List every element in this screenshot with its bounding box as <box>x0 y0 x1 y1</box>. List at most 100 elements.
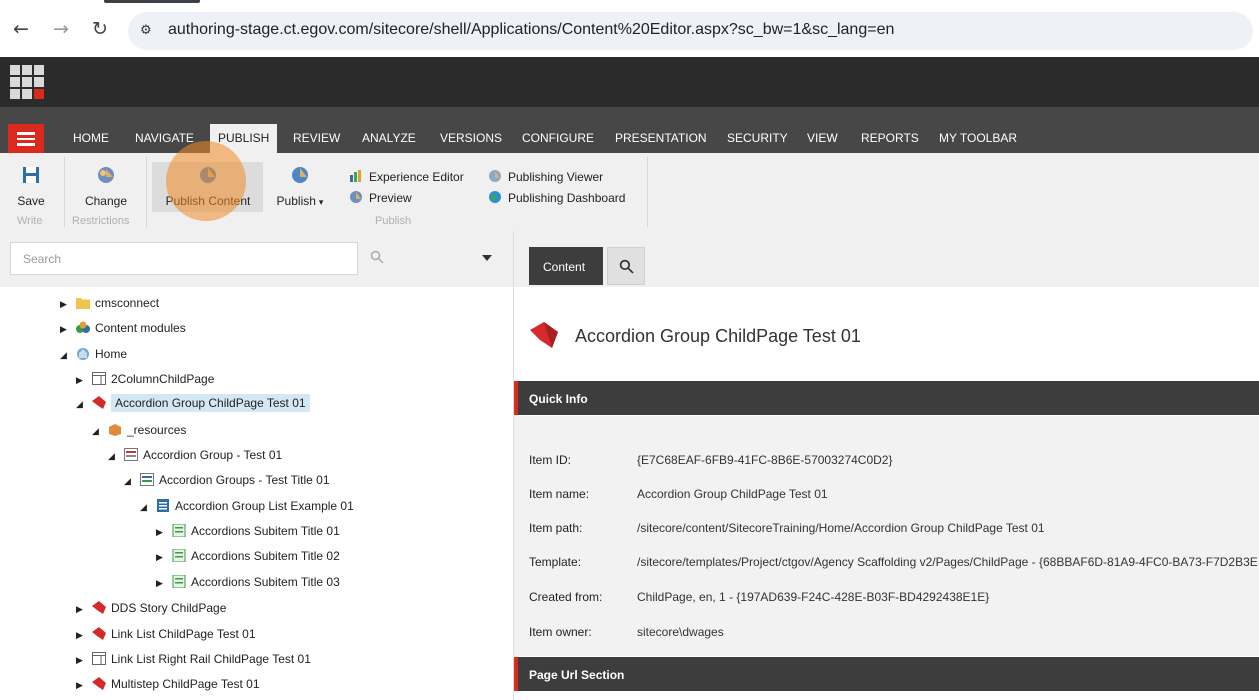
save-button[interactable]: Save <box>14 165 48 208</box>
publish-label: Publish <box>276 194 316 208</box>
tree-item-resources[interactable]: ◢ _resources <box>92 423 186 445</box>
tab-security[interactable]: SECURITY <box>727 131 788 145</box>
info-row-item-id: Item ID: {E7C68EAF-6FB9-41FC-8B6E-5700327… <box>529 453 893 467</box>
change-label: Change <box>84 194 128 208</box>
content-tree: ▶ cmsconnect ▶ Content modules ◢ Home ▶ 2Col… <box>0 287 513 700</box>
tab-view[interactable]: VIEW <box>807 131 838 145</box>
save-label: Save <box>17 194 45 208</box>
childpage-icon <box>92 677 106 690</box>
collapse-arrow-icon[interactable]: ◢ <box>124 477 134 487</box>
tree-item-content-modules[interactable]: ▶ Content modules <box>60 321 186 343</box>
subitem-icon <box>172 549 186 562</box>
search-icon <box>619 259 634 274</box>
expand-arrow-icon[interactable]: ▶ <box>76 605 86 615</box>
info-row-item-owner: Item owner: sitecore\dwages <box>529 625 724 639</box>
childpage-icon <box>92 601 106 614</box>
sitecore-header <box>0 57 1259 107</box>
tree-item-multistep-childpage-test-01[interactable]: ▶ Multistep ChildPage Test 01 <box>76 677 260 699</box>
quick-info-section-header[interactable]: Quick Info <box>514 381 1259 415</box>
publishing-viewer-button[interactable]: Publishing Viewer <box>488 169 603 184</box>
expand-arrow-icon[interactable]: ▶ <box>156 579 166 589</box>
browser-toolbar: ← → ↻ ⚙ authoring-stage.ct.egov.com/site… <box>0 0 1259 57</box>
tree-item-cmsconnect[interactable]: ▶ cmsconnect <box>60 296 159 318</box>
tab-search[interactable] <box>607 247 645 285</box>
tree-item-accordions-subitem-title-01[interactable]: ▶ Accordions Subitem Title 01 <box>156 524 340 546</box>
tree-item-accordion-groups-test-title-01[interactable]: ◢ Accordion Groups - Test Title 01 <box>124 473 330 495</box>
tab-review[interactable]: REVIEW <box>293 131 340 145</box>
experience-editor-icon <box>350 170 361 182</box>
tab-versions[interactable]: VERSIONS <box>440 131 502 145</box>
tree-item-home[interactable]: ◢ Home <box>60 347 127 369</box>
tree-item-accordion-group-childpage-test-01[interactable]: ◢ Accordion Group ChildPage Test 01 <box>76 394 310 418</box>
expand-arrow-icon[interactable]: ▶ <box>60 300 70 310</box>
tree-item-link-list-right-rail-childpage-test-01[interactable]: ▶ Link List Right Rail ChildPage Test 01 <box>76 652 311 674</box>
tree-search-bar: Search <box>0 231 513 287</box>
collapse-arrow-icon[interactable]: ◢ <box>140 503 150 513</box>
tree-item-dds-story-childpage[interactable]: ▶ DDS Story ChildPage <box>76 601 226 623</box>
item-title: Accordion Group ChildPage Test 01 <box>575 326 861 346</box>
tab-presentation[interactable]: PRESENTATION <box>615 131 707 145</box>
info-row-template: Template:/sitecore/templates/Project/ctg… <box>529 555 1258 569</box>
address-bar[interactable]: ⚙ authoring-stage.ct.egov.com/sitecore/s… <box>128 12 1253 50</box>
expand-arrow-icon[interactable]: ▶ <box>76 631 86 641</box>
list-icon <box>157 499 169 512</box>
tab-reports[interactable]: REPORTS <box>861 131 919 145</box>
info-row-item-name: Item name: Accordion Group ChildPage Test… <box>529 487 828 501</box>
launchpad-icon[interactable] <box>10 65 44 99</box>
reload-icon[interactable]: ↻ <box>89 18 111 40</box>
home-globe-icon <box>77 348 89 360</box>
url-text[interactable]: authoring-stage.ct.egov.com/sitecore/she… <box>168 21 894 39</box>
editor-tabbar: Content <box>514 231 1259 287</box>
forward-icon[interactable]: → <box>50 18 72 40</box>
collapse-arrow-icon[interactable]: ◢ <box>92 427 102 437</box>
search-options-caret-icon[interactable] <box>482 255 492 261</box>
page-layout-icon <box>92 652 106 665</box>
publishing-viewer-icon <box>489 170 501 182</box>
content-tree-panel: Search ▶ cmsconnect ▶ Content modules ◢ Hom… <box>0 231 513 700</box>
subitem-icon <box>172 575 186 588</box>
collapse-arrow-icon[interactable]: ◢ <box>60 351 70 361</box>
tree-item-link-list-childpage-test-01[interactable]: ▶ Link List ChildPage Test 01 <box>76 627 256 649</box>
experience-editor-label: Experience Editor <box>369 170 464 184</box>
preview-label: Preview <box>369 191 412 205</box>
expand-arrow-icon[interactable]: ▶ <box>156 528 166 538</box>
quick-info-header-label: Quick Info <box>529 392 588 406</box>
collapse-arrow-icon[interactable]: ◢ <box>108 452 118 462</box>
resources-box-icon <box>109 424 121 436</box>
experience-editor-button[interactable]: Experience Editor <box>349 169 464 184</box>
tab-configure[interactable]: CONFIGURE <box>522 131 594 145</box>
tree-item-accordion-group-test-01[interactable]: ◢ Accordion Group - Test 01 <box>108 448 282 470</box>
tab-analyze[interactable]: ANALYZE <box>362 131 416 145</box>
page-url-section-header[interactable]: Page Url Section <box>514 657 1259 691</box>
tab-my-toolbar[interactable]: MY TOOLBAR <box>939 131 1017 145</box>
expand-arrow-icon[interactable]: ▶ <box>76 656 86 666</box>
subitem-icon <box>172 524 186 537</box>
back-icon[interactable]: ← <box>10 18 32 40</box>
info-row-item-path: Item path:/sitecore/content/SitecoreTrai… <box>529 521 1045 535</box>
expand-arrow-icon[interactable]: ▶ <box>76 681 86 691</box>
quick-info-body: Item ID: {E7C68EAF-6FB9-41FC-8B6E-5700327… <box>514 416 1259 656</box>
expand-arrow-icon[interactable]: ▶ <box>76 376 86 386</box>
preview-button[interactable]: Preview <box>349 190 412 205</box>
collapse-arrow-icon[interactable]: ◢ <box>76 400 86 410</box>
tree-item-2columnchildpage[interactable]: ▶ 2ColumnChildPage <box>76 372 214 394</box>
publishing-dashboard-button[interactable]: Publishing Dashboard <box>488 190 625 205</box>
change-button[interactable]: Change <box>81 165 131 208</box>
item-header: Accordion Group ChildPage Test 01 <box>514 287 1259 381</box>
tab-content[interactable]: Content <box>529 247 603 285</box>
site-settings-icon[interactable]: ⚙ <box>140 23 156 39</box>
menu-icon[interactable] <box>8 124 44 153</box>
publish-group-label: Publish <box>375 215 412 227</box>
click-highlight <box>166 141 246 221</box>
tree-item-accordion-group-list-example-01[interactable]: ◢ Accordion Group List Example 01 <box>140 499 354 521</box>
search-icon[interactable] <box>370 250 384 264</box>
expand-arrow-icon[interactable]: ▶ <box>156 553 166 563</box>
tree-item-accordions-subitem-title-02[interactable]: ▶ Accordions Subitem Title 02 <box>156 549 340 571</box>
publish-dropdown-button[interactable]: Publish ▾ <box>270 165 330 208</box>
tab-home[interactable]: HOME <box>73 131 109 145</box>
info-row-created-from: Created from: ChildPage, en, 1 - {197AD63… <box>529 590 990 604</box>
search-input[interactable]: Search <box>10 242 358 275</box>
tab-navigate[interactable]: NAVIGATE <box>135 131 194 145</box>
expand-arrow-icon[interactable]: ▶ <box>60 325 70 335</box>
tree-item-accordions-subitem-title-03[interactable]: ▶ Accordions Subitem Title 03 <box>156 575 340 597</box>
